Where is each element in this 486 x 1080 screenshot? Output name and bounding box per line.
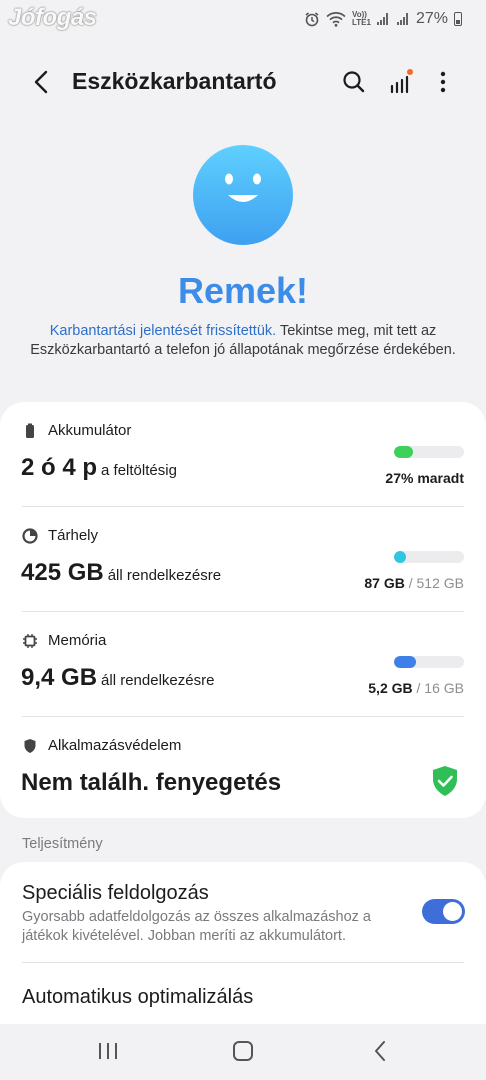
search-icon (343, 71, 365, 93)
battery-row[interactable]: Akkumulátor 2 ó 4 pa feltöltésig 27% mar… (0, 402, 486, 506)
status-description: Karbantartási jelentését frissítettük. T… (30, 322, 456, 360)
memory-bar (394, 656, 464, 668)
divider (22, 962, 464, 963)
status-bar: Jófogás Vo)) LTE1 27% (0, 0, 486, 40)
shield-icon (24, 738, 36, 753)
battery-icon (454, 12, 462, 26)
storage-usage: 87 GB / 512 GB (364, 575, 464, 591)
home-button[interactable] (228, 1038, 258, 1064)
battery-percent: 27% (415, 10, 448, 27)
search-button[interactable] (338, 66, 370, 98)
memory-usage: 5,2 GB / 16 GB (368, 680, 464, 696)
signal-icon (377, 13, 388, 25)
status-icons: Vo)) LTE1 27% (304, 10, 462, 28)
special-processing-toggle[interactable] (422, 899, 465, 924)
shield-check-icon (433, 766, 457, 796)
signal-bars-icon (390, 69, 413, 94)
alarm-icon (305, 12, 319, 27)
auto-optimization-item[interactable]: Automatikus optimalizálás (22, 986, 253, 1009)
app-protection-row[interactable]: Alkalmazásvédelem Nem találh. fenyegetés (0, 717, 486, 817)
special-processing-description: Gyorsabb adatfeldolgozás az összes alkal… (22, 909, 371, 944)
back-arrow-icon (34, 70, 48, 94)
battery-value: 2 ó 4 pa feltöltésig (21, 454, 177, 481)
back-icon (375, 1041, 385, 1061)
storage-bar-fill (394, 551, 406, 563)
section-label-performance: Teljesítmény (22, 836, 103, 852)
notification-dot (407, 69, 413, 75)
recent-apps-button[interactable] (93, 1038, 123, 1064)
battery-bar (394, 446, 464, 458)
pie-chart-icon (22, 527, 38, 544)
status-headline: Remek! (177, 270, 309, 311)
battery-label: Akkumulátor (48, 422, 132, 439)
memory-row[interactable]: Memória 9,4 GB áll rendelkezésre 5,2 GB /… (0, 612, 486, 716)
memory-bar-fill (394, 656, 417, 668)
volte-icon: Vo)) LTE1 (351, 10, 371, 27)
special-processing-title[interactable]: Speciális feldolgozás (22, 882, 209, 905)
toggle-knob (443, 902, 462, 921)
storage-label: Tárhely (48, 527, 99, 544)
watermark: Jófogás (8, 4, 97, 31)
memory-label: Memória (48, 632, 107, 649)
report-link[interactable]: Karbantartási jelentését frissítettük. (50, 323, 276, 339)
back-nav-button[interactable] (365, 1038, 395, 1064)
memory-value: 9,4 GB áll rendelkezésre (21, 664, 215, 691)
app-protection-value: Nem találh. fenyegetés (21, 769, 282, 796)
smiley-face-icon (193, 145, 293, 245)
page-title: Eszközkarbantartó (72, 68, 277, 94)
signal-icon (397, 13, 408, 25)
storage-value: 425 GB áll rendelkezésre (21, 559, 222, 586)
maintenance-card: Akkumulátor 2 ó 4 pa feltöltésig 27% mar… (0, 402, 486, 818)
wifi-icon (326, 12, 346, 27)
storage-bar (394, 551, 464, 563)
app-bar: Eszközkarbantartó (0, 54, 486, 110)
battery-bar-fill (394, 446, 413, 458)
signal-bars-button[interactable] (385, 66, 417, 98)
home-icon (233, 1041, 253, 1061)
navigation-bar (0, 1024, 486, 1080)
memory-chip-icon (23, 633, 37, 648)
battery-icon (26, 423, 34, 438)
more-vertical-icon (440, 71, 446, 93)
recent-apps-icon (99, 1043, 117, 1059)
back-button[interactable] (24, 64, 60, 100)
storage-row[interactable]: Tárhely 425 GB áll rendelkezésre 87 GB / … (0, 507, 486, 611)
more-options-button[interactable] (430, 66, 456, 98)
battery-status: 27% maradt (385, 470, 464, 486)
app-protection-label: Alkalmazásvédelem (48, 737, 182, 754)
